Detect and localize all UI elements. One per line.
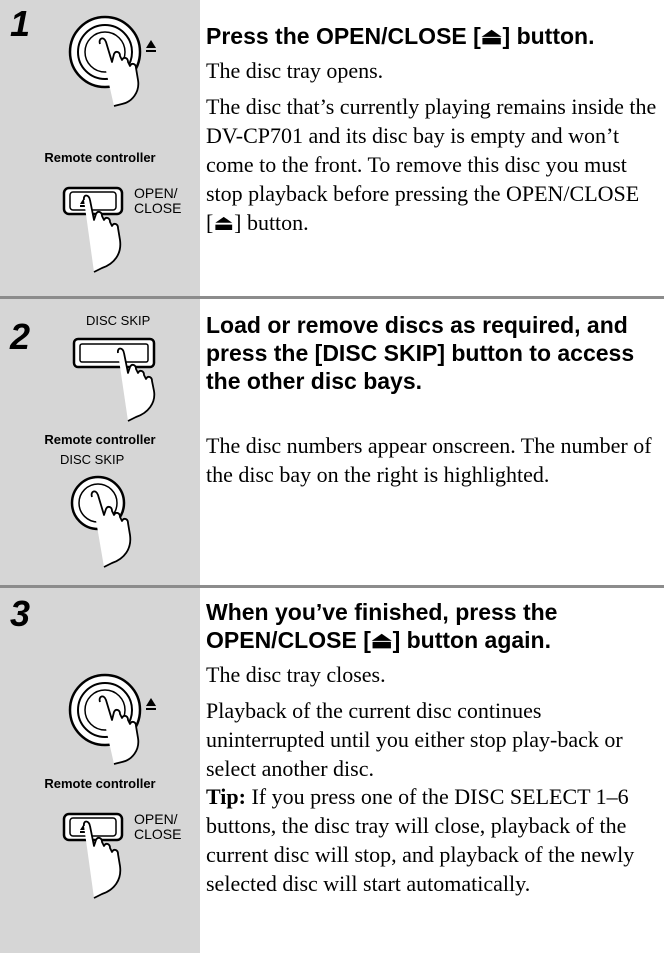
step-heading: When you’ve finished, press the OPEN/CLO…: [206, 599, 558, 653]
unit-disc-skip-button-icon: [72, 337, 156, 422]
step-number: 3: [10, 593, 31, 634]
unit-button-caption: DISC SKIP: [86, 313, 151, 328]
step-paragraph: The disc tray opens.: [206, 58, 384, 83]
remote-controller-label: Remote controller: [44, 432, 156, 447]
tip-label: Tip:: [206, 784, 246, 809]
unit-open-close-button-icon: [68, 673, 156, 765]
tip-paragraph: Tip: If you press one of the DISC SELECT…: [206, 782, 658, 898]
step-2: 2 DISC SKIP Remote controller DISC SKIP …: [0, 299, 664, 585]
unit-open-close-button-icon: [68, 15, 156, 107]
manual-page: 1 Remote controller OPEN/ CLOSE Press th…: [0, 0, 664, 953]
step-heading: Load or remove discs as required, and pr…: [206, 312, 635, 394]
remote-button-label: OPEN/ CLOSE: [134, 185, 182, 216]
remote-controller-label: Remote controller: [44, 776, 156, 791]
step-paragraph: The disc tray closes.: [206, 662, 386, 687]
step-3: 3 Remote controller OPEN/ CLOSE When you…: [0, 588, 664, 953]
step-paragraph: The disc that’s currently playing remain…: [206, 94, 657, 235]
remote-controller-label: Remote controller: [44, 150, 156, 165]
remote-button-caption: DISC SKIP: [60, 452, 125, 467]
step-paragraph: Playback of the current disc continues u…: [206, 698, 623, 781]
step-heading: Press the OPEN/CLOSE [⏏] button.: [206, 23, 595, 49]
tip-text: If you press one of the DISC SELECT 1–6 …: [206, 784, 635, 896]
step-paragraph: The disc numbers appear onscreen. The nu…: [206, 433, 652, 487]
step-1: 1 Remote controller OPEN/ CLOSE Press th…: [0, 0, 664, 296]
remote-disc-skip-button-icon: [70, 475, 132, 568]
step-number: 2: [10, 316, 31, 357]
remote-button-label: OPEN/ CLOSE: [134, 811, 182, 842]
step-number: 1: [10, 3, 31, 44]
